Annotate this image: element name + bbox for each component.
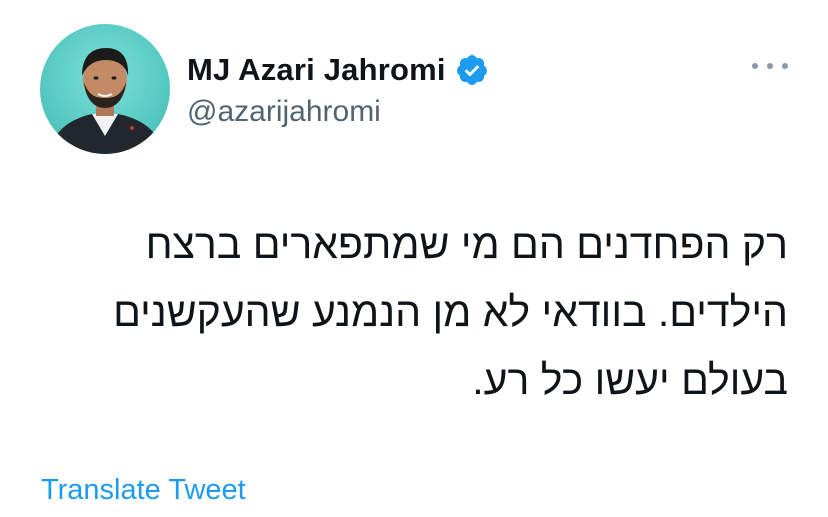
tweet-text-line: הילדים. בוודאי לא מן הנמנע שהעקשנים [113, 289, 788, 335]
verified-badge-icon [456, 55, 487, 85]
tweet-text-line: בעולם יעשו כל רע. [472, 357, 788, 403]
tweet-text-line: רק הפחדנים הם מי שמתפארים ברצח [145, 221, 788, 267]
author-handle[interactable]: @azarijahromi [187, 95, 381, 129]
tweet-text: רק הפחדנים הם מי שמתפארים ברצח הילדים. ב… [28, 210, 788, 414]
author-name-row: MJ Azari Jahromi [187, 50, 489, 90]
more-dot-icon [752, 63, 758, 69]
more-dot-icon [782, 63, 788, 69]
more-dot-icon [767, 63, 773, 69]
more-options-button[interactable] [752, 56, 788, 76]
author-display-name[interactable]: MJ Azari Jahromi [187, 52, 446, 88]
avatar-image [48, 48, 164, 154]
translate-tweet-link[interactable]: Translate Tweet [41, 474, 246, 507]
tweet-card: MJ Azari Jahromi @azarijahromi רק הפחדני… [0, 0, 828, 517]
avatar[interactable] [40, 24, 170, 154]
